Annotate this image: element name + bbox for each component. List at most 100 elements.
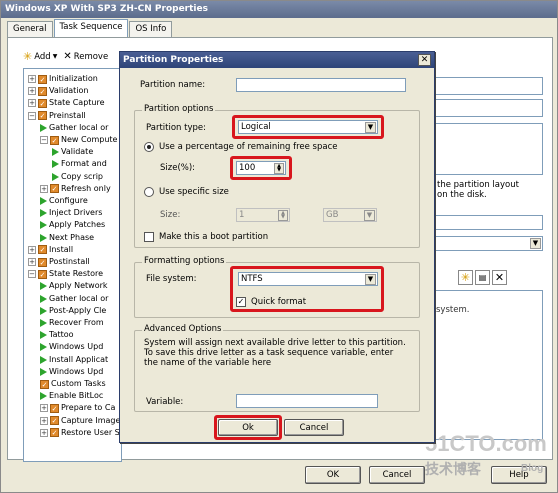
expand-icon[interactable]: + [40, 416, 48, 425]
close-icon[interactable]: ✕ [418, 54, 431, 66]
variable-field[interactable] [236, 394, 378, 408]
tree-item[interactable]: + ✓ Prepare to Ca [40, 402, 115, 414]
boot-partition-checkbox[interactable] [144, 232, 154, 242]
tree-item[interactable]: Format and [52, 158, 107, 170]
right-name-field[interactable] [433, 77, 543, 95]
expand-icon[interactable]: + [28, 75, 36, 83]
tree-item[interactable]: Gather local or [40, 293, 108, 305]
tree-item[interactable]: Install Applicat [40, 354, 108, 366]
advanced-description: System will assign next available drive … [144, 338, 406, 368]
expand-icon[interactable]: + [28, 87, 36, 96]
spin-icon[interactable]: ▲ ▼ [278, 210, 288, 221]
tree-item[interactable]: − ✓ State Restore [28, 268, 103, 280]
right-description-field[interactable] [433, 99, 543, 117]
step-icon [40, 233, 47, 242]
step-icon [52, 160, 59, 169]
group-check-icon: ✓ [38, 269, 47, 279]
tree-item[interactable]: + ✓ State Capture [28, 97, 105, 109]
tree-item[interactable]: Windows Upd [40, 341, 103, 353]
step-icon [40, 209, 47, 218]
right-volume-toolbar: ✳ ▤ ✕ [458, 270, 507, 285]
dialog-cancel-button[interactable]: Cancel [284, 419, 344, 436]
collapse-icon[interactable]: − [28, 270, 36, 279]
group-check-icon: ✓ [38, 74, 47, 84]
size-label: Size: [160, 210, 181, 220]
step-icon [40, 343, 47, 352]
size-stepper[interactable]: 1 ▲ ▼ [236, 208, 290, 222]
tree-item[interactable]: Apply Network [40, 280, 108, 292]
footer-ok-button[interactable]: OK [305, 466, 361, 484]
tree-item[interactable]: + ✓ Restore User S [40, 427, 120, 439]
tree-item[interactable]: Recover From [40, 317, 104, 329]
partition-properties-dialog: Partition Properties ✕ Partition name: P… [119, 51, 435, 443]
tree-item[interactable]: Validate [52, 146, 93, 158]
step-icon [52, 148, 59, 157]
delete-icon[interactable]: ✕ [492, 270, 507, 285]
use-specific-label: Use specific size [159, 187, 229, 197]
group-check-icon: ✓ [38, 245, 47, 255]
use-specific-radio[interactable] [144, 187, 154, 197]
collapse-icon[interactable]: − [40, 136, 48, 144]
step-icon [40, 294, 47, 303]
step-icon [40, 197, 47, 205]
right-type-select[interactable]: ▼ [433, 236, 543, 251]
properties-icon[interactable]: ▤ [475, 270, 490, 285]
tree-item[interactable]: Configure [40, 195, 88, 207]
tree-item[interactable]: Post-Apply Cle [40, 305, 106, 317]
tab-general[interactable]: General [7, 21, 53, 37]
expand-icon[interactable]: + [28, 99, 36, 108]
add-button[interactable]: ✳ Add ▼ [23, 50, 57, 63]
tree-item[interactable]: + ✓ Validation [28, 85, 89, 97]
highlight-ok-button [214, 415, 282, 440]
tree-item[interactable]: + ✓ Refresh only [40, 183, 111, 195]
tree-item[interactable]: − ✓ Preinstall [28, 110, 86, 122]
watermark-sub: 技术博客 [425, 462, 481, 478]
tab-os-info[interactable]: OS Info [129, 21, 173, 37]
footer-cancel-button[interactable]: Cancel [369, 466, 425, 484]
tree-item[interactable]: Inject Drivers [40, 207, 102, 219]
tree-item[interactable]: + ✓ Capture Image [40, 415, 120, 427]
tree-item-label: Install [49, 244, 74, 254]
watermark-blog: Blog [521, 463, 544, 474]
tab-task-sequence[interactable]: Task Sequence [53, 19, 129, 37]
expand-icon[interactable]: + [40, 184, 48, 193]
right-disk-field[interactable] [433, 215, 543, 230]
tree-item[interactable]: Tattoo [40, 329, 74, 341]
collapse-icon[interactable]: − [28, 111, 36, 120]
expand-icon[interactable]: + [28, 258, 36, 266]
tree-item-label: Tattoo [49, 330, 74, 340]
tree-item[interactable]: Apply Patches [40, 219, 105, 231]
tree-item[interactable]: − ✓ New Compute [40, 134, 117, 146]
step-icon [40, 392, 47, 401]
tree-item[interactable]: Windows Upd [40, 366, 103, 378]
tree-item[interactable]: + ✓ Initialization [28, 73, 98, 85]
tree-item[interactable]: Gather local or [40, 122, 108, 134]
partition-name-field[interactable] [236, 78, 406, 92]
tree-item[interactable]: Enable BitLoc [40, 390, 103, 402]
formatting-options-title: Formatting options [142, 256, 227, 266]
step-icon [52, 172, 59, 181]
step-icon [40, 319, 47, 327]
tree-item[interactable]: + ✓ Postinstall [28, 256, 90, 268]
tree-item[interactable]: Copy scrip [52, 171, 103, 183]
right-volume-list[interactable]: system. [433, 290, 543, 440]
size-unit-select[interactable]: GB ▼ [323, 208, 377, 222]
highlight-size-pct [230, 156, 292, 180]
group-check-icon: ✓ [50, 184, 59, 194]
task-sequence-tree[interactable]: + ✓ Initialization + ✓ Validation + ✓ State Capt… [23, 68, 122, 462]
add-icon: ✳ [23, 50, 33, 63]
remove-button[interactable]: ✕ Remove [63, 51, 108, 62]
expand-icon[interactable]: + [40, 404, 48, 413]
expand-icon[interactable]: + [28, 245, 36, 254]
use-percentage-radio[interactable] [144, 142, 154, 152]
tree-item[interactable]: + ✓ Install [28, 244, 73, 256]
expand-icon[interactable]: + [40, 428, 48, 437]
group-check-icon: ✓ [40, 379, 49, 389]
step-icon [40, 367, 47, 376]
right-text-2: on the disk. [437, 190, 487, 200]
group-check-icon: ✓ [38, 111, 47, 121]
tree-item[interactable]: ✓ Custom Tasks [40, 378, 106, 390]
right-comments-field[interactable] [433, 123, 543, 175]
tree-item[interactable]: Next Phase [40, 232, 94, 244]
new-volume-icon[interactable]: ✳ [458, 270, 473, 285]
